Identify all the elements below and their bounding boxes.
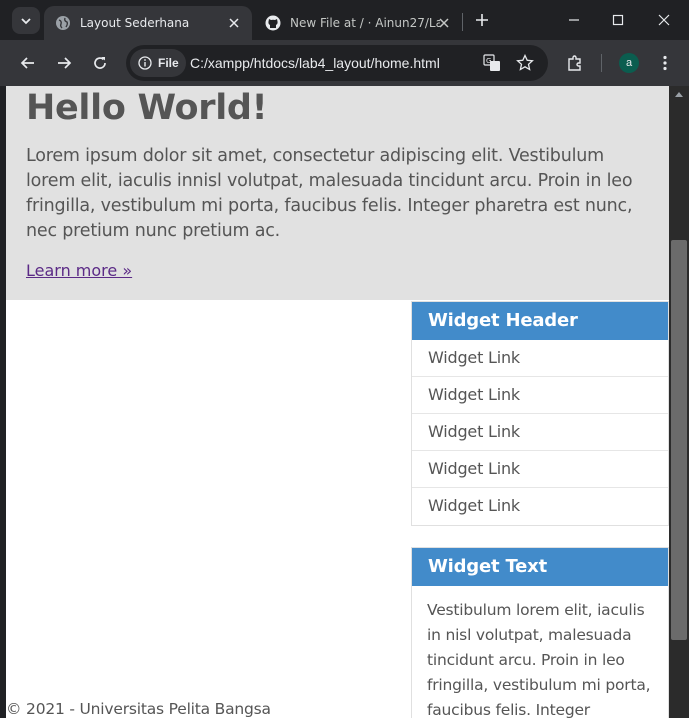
widget-text: Widget Text Vestibulum lorem elit, iacul… xyxy=(411,547,669,718)
widget-link[interactable]: Widget Link xyxy=(412,451,668,488)
scrollbar-thumb[interactable] xyxy=(671,240,687,640)
tab-search-button[interactable] xyxy=(12,7,40,34)
tab-new-file[interactable]: New File at / · Ainun27/Lab xyxy=(254,6,462,40)
site-info-chip[interactable]: File xyxy=(130,49,186,77)
arrow-right-icon xyxy=(58,57,72,69)
address-bar[interactable]: File C:/xampp/htdocs/lab4_layout/home.ht… xyxy=(126,45,548,81)
forward-button[interactable] xyxy=(53,52,75,74)
tab-separator xyxy=(462,13,463,31)
learn-more-link[interactable]: Learn more » xyxy=(26,261,132,280)
widget-link-list: Widget Link Widget Link Widget Link Widg… xyxy=(412,340,668,525)
github-icon xyxy=(265,15,281,31)
widget-link[interactable]: Widget Link xyxy=(412,414,668,451)
widget-link[interactable]: Widget Link xyxy=(412,377,668,414)
widget-links: Widget Header Widget Link Widget Link Wi… xyxy=(411,301,669,526)
puzzle-icon xyxy=(568,55,581,71)
tab-layout-sederhana[interactable]: Layout Sederhana xyxy=(44,6,252,40)
back-button[interactable] xyxy=(17,52,39,74)
hero-text: Lorem ipsum dolor sit amet, consectetur … xyxy=(26,146,633,241)
close-tab-icon[interactable] xyxy=(436,15,452,31)
menu-button[interactable] xyxy=(654,52,676,74)
widget-link[interactable]: Widget Link xyxy=(412,340,668,377)
maximize-icon xyxy=(612,14,624,26)
reload-button[interactable] xyxy=(89,52,111,74)
hero-section: Hello World! Lorem ipsum dolor sit amet,… xyxy=(6,86,669,300)
close-icon xyxy=(658,14,670,26)
widget-text-header: Widget Text xyxy=(412,548,668,586)
close-window-button[interactable] xyxy=(654,10,674,30)
page-footer: © 2021 - Universitas Pelita Bangsa xyxy=(6,700,271,718)
widget-text-body: Vestibulum lorem elit, iaculis in nisl v… xyxy=(427,601,651,718)
tab-title: New File at / · Ainun27/Lab xyxy=(290,16,440,30)
arrow-left-icon xyxy=(20,57,34,69)
info-icon xyxy=(138,56,152,70)
new-tab-button[interactable] xyxy=(472,10,492,30)
tab-strip: Layout Sederhana New File at / · Ainun27… xyxy=(0,0,689,40)
maximize-button[interactable] xyxy=(608,10,628,30)
profile-avatar[interactable]: a xyxy=(619,53,639,73)
extensions-button[interactable] xyxy=(564,52,586,74)
tab-title: Layout Sederhana xyxy=(80,16,190,30)
site-info-label: File xyxy=(158,56,179,70)
minimize-icon xyxy=(569,19,579,21)
translate-icon[interactable]: G xyxy=(482,53,502,73)
url-text[interactable]: C:/xampp/htdocs/lab4_layout/home.html xyxy=(190,55,440,71)
globe-icon xyxy=(55,15,71,31)
widget-link[interactable]: Widget Link xyxy=(412,488,668,525)
browser-toolbar: File C:/xampp/htdocs/lab4_layout/home.ht… xyxy=(0,40,689,86)
widget-header: Widget Header xyxy=(412,302,668,340)
page-viewport: Hello World! Lorem ipsum dolor sit amet,… xyxy=(6,86,669,718)
reload-icon xyxy=(94,57,106,69)
scroll-up-arrow-icon[interactable] xyxy=(675,92,683,97)
bookmark-star-icon[interactable] xyxy=(515,53,535,73)
chevron-down-icon xyxy=(21,17,31,24)
hero-heading: Hello World! xyxy=(26,88,268,128)
minimize-button[interactable] xyxy=(564,10,584,30)
svg-text:G: G xyxy=(486,57,491,65)
plus-icon xyxy=(476,14,488,26)
more-vertical-icon xyxy=(663,55,667,71)
toolbar-separator xyxy=(601,54,602,72)
close-tab-icon[interactable] xyxy=(226,15,242,31)
